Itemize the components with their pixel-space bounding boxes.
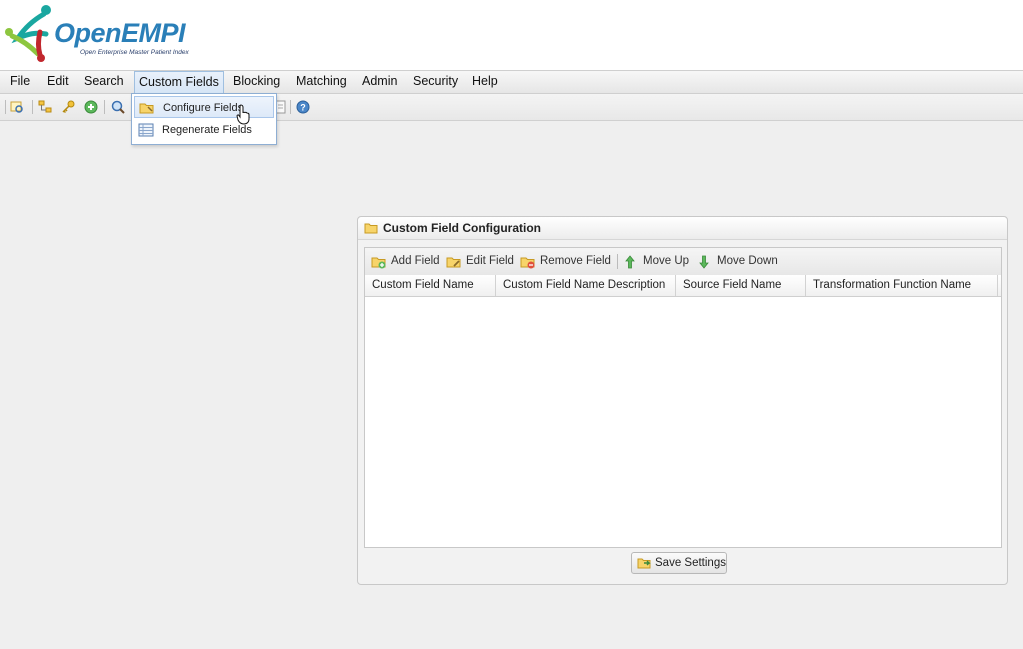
magnifier-icon[interactable]: [111, 100, 125, 114]
menu-item-regenerate-fields[interactable]: Regenerate Fields: [134, 119, 274, 141]
edit-field-icon: [446, 257, 461, 268]
custom-fields-dropdown: Configure Fields Regenerate Fields: [131, 93, 277, 145]
menu-item-configure-fields[interactable]: Configure Fields: [134, 96, 274, 118]
hierarchy-icon[interactable]: [38, 100, 52, 114]
move-up-label: Move Up: [643, 255, 690, 267]
grid-toolbar: Add Field Edit Field Remove Field Move U: [365, 248, 1001, 276]
table-icon: [138, 123, 154, 137]
add-icon[interactable]: [84, 100, 98, 114]
save-settings-button[interactable]: Save Settings: [631, 552, 727, 574]
toolbar-separator: [104, 100, 105, 114]
column-source-field-name[interactable]: Source Field Name: [676, 275, 806, 296]
column-custom-field-description[interactable]: Custom Field Name Description: [496, 275, 676, 296]
menu-help[interactable]: Help: [468, 71, 502, 93]
grid-header: Custom Field Name Custom Field Name Desc…: [365, 275, 1001, 297]
custom-fields-grid: Add Field Edit Field Remove Field Move U: [364, 247, 1002, 548]
panel-header: Custom Field Configuration: [358, 217, 1007, 240]
custom-field-config-panel: Custom Field Configuration Add Field Edi…: [357, 216, 1008, 585]
key-icon[interactable]: [61, 100, 75, 114]
folder-icon: [364, 223, 378, 234]
logo-empi-text: EMPI: [121, 18, 186, 48]
toolbar-separator: [32, 100, 33, 114]
logo-subtitle: Open Enterprise Master Patient Index: [80, 49, 189, 56]
menu-matching[interactable]: Matching: [292, 71, 351, 93]
menu-search[interactable]: Search: [80, 71, 128, 93]
menu-edit[interactable]: Edit: [43, 71, 73, 93]
remove-field-button[interactable]: Remove Field: [520, 248, 611, 275]
toolbar-separator: [5, 100, 6, 114]
add-field-label: Add Field: [391, 255, 440, 267]
app-header: OpenEMPI Open Enterprise Master Patient …: [0, 0, 1023, 71]
move-up-button[interactable]: Move Up: [624, 248, 692, 275]
column-custom-field-name[interactable]: Custom Field Name: [365, 275, 496, 296]
configure-fields-label: Configure Fields: [163, 102, 244, 114]
menu-blocking[interactable]: Blocking: [229, 71, 284, 93]
menu-security[interactable]: Security: [409, 71, 462, 93]
hand-cursor-icon: [236, 104, 250, 125]
logo-open-text: Open: [54, 18, 122, 48]
grid-toolbar-separator: [617, 254, 618, 269]
column-transformation-function[interactable]: Transformation Function Name: [806, 275, 998, 296]
arrow-down-icon: [699, 255, 709, 269]
menu-admin[interactable]: Admin: [358, 71, 401, 93]
edit-field-button[interactable]: Edit Field: [446, 248, 516, 275]
menu-file[interactable]: File: [6, 71, 34, 93]
toolbar-separator: [290, 100, 291, 114]
panel-title: Custom Field Configuration: [383, 221, 541, 235]
remove-field-label: Remove Field: [540, 255, 611, 267]
grid-body: [365, 297, 1001, 547]
logo-figure-icon: [5, 5, 51, 62]
configure-folder-icon: [139, 103, 154, 114]
remove-field-icon: [520, 257, 535, 269]
move-down-button[interactable]: Move Down: [698, 248, 780, 275]
add-field-button[interactable]: Add Field: [371, 248, 443, 275]
help-icon[interactable]: ?: [296, 100, 310, 114]
svg-text:?: ?: [300, 103, 306, 113]
save-settings-icon: [637, 558, 651, 569]
menu-custom-fields[interactable]: Custom Fields: [134, 71, 224, 93]
arrow-up-icon: [625, 255, 635, 269]
edit-field-label: Edit Field: [466, 255, 514, 267]
logo-wordmark: OpenEMPI: [54, 18, 186, 48]
add-field-icon: [371, 257, 386, 269]
openempi-logo: OpenEMPI Open Enterprise Master Patient …: [0, 2, 200, 66]
save-settings-label: Save Settings: [655, 557, 726, 569]
move-down-label: Move Down: [717, 255, 778, 267]
menu-bar: File Edit Search Custom Fields Blocking …: [0, 71, 1023, 94]
search-form-icon[interactable]: [10, 100, 24, 114]
